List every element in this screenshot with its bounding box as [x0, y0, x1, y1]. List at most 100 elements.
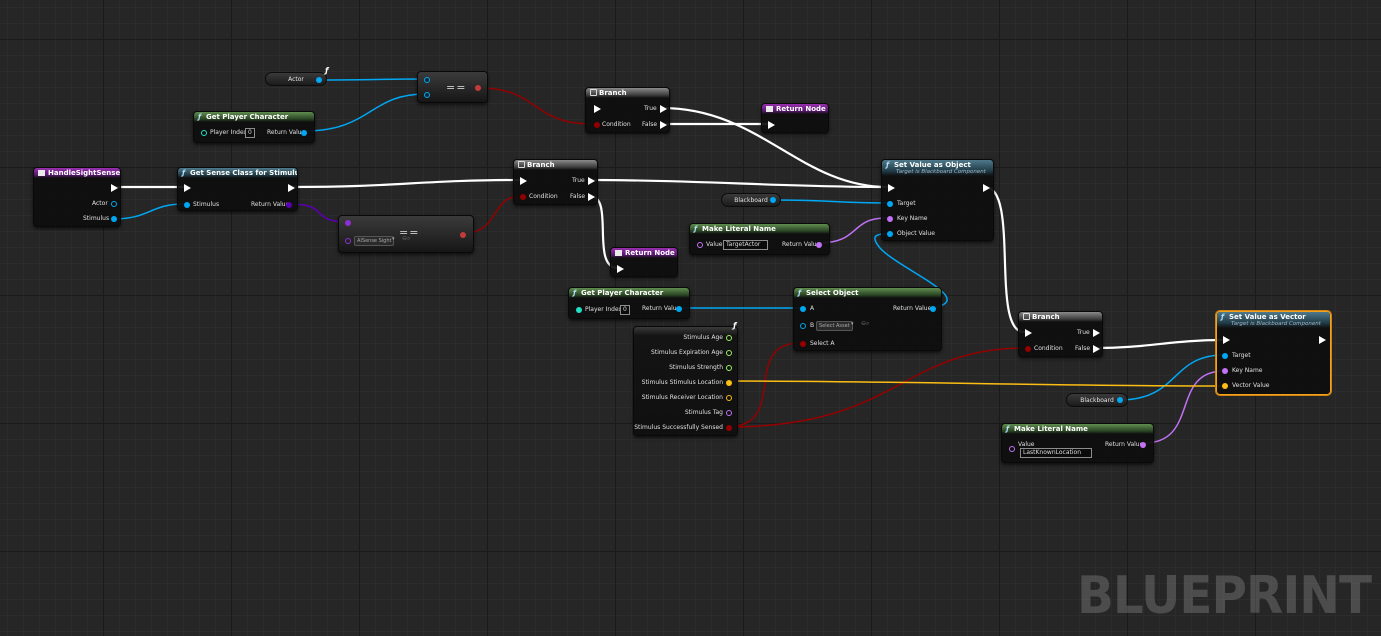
make-literal-name-node-2[interactable]: ƒ Make Literal Name Value LastKnownLocati… [1001, 423, 1154, 463]
return1-exec-in-pin[interactable] [768, 121, 775, 129]
handle-sight-stimulus-pin[interactable] [111, 216, 117, 222]
branch1-true-pin[interactable] [660, 105, 667, 113]
branch3-true-pin[interactable] [1093, 329, 1100, 337]
literal2-return-pin[interactable] [1140, 442, 1146, 448]
branch3-exec-in-pin[interactable] [1025, 329, 1032, 337]
select-b-asset-dropdown[interactable]: Select Asset [816, 321, 853, 331]
set-vector-target-pin[interactable] [1222, 353, 1228, 359]
set-object-exec-in-pin[interactable] [888, 184, 895, 192]
gpc2-title: Get Player Character [581, 289, 664, 297]
stimulus-expiration-age-pin[interactable] [726, 350, 732, 356]
equal-node-1[interactable]: == [417, 71, 488, 103]
set-vector-keyname-pin[interactable] [1222, 368, 1228, 374]
gpc1-player-index-pin[interactable] [201, 130, 207, 136]
select-b-pin[interactable] [800, 323, 806, 329]
equal1-input-a-pin[interactable] [424, 77, 430, 83]
browse-icon[interactable]: ⊖⌕ [861, 320, 869, 328]
get-sense-exec-out-pin[interactable] [288, 184, 295, 192]
set-object-target-pin[interactable] [887, 201, 893, 207]
equal2-symbol: == [399, 226, 420, 239]
literal1-value-pin[interactable] [697, 242, 703, 248]
branch1-condition-pin[interactable] [594, 122, 600, 128]
wire-bool-sensed-to-branch3 [726, 347, 1027, 428]
return-node-2[interactable]: Return Node [610, 247, 678, 277]
set-object-keyname-pin[interactable] [887, 216, 893, 222]
wire-exec-branch3false-to-setvec [1092, 338, 1226, 350]
equal2-input-b-pin[interactable] [345, 238, 351, 244]
branch-icon [590, 89, 597, 96]
equal2-class-dropdown[interactable]: AISense Sight [354, 236, 395, 246]
select-a-pin[interactable] [800, 306, 806, 312]
stimulus-tag-pin[interactable] [726, 410, 732, 416]
select-return-pin[interactable] [930, 306, 936, 312]
actor-output-pin[interactable] [316, 77, 322, 83]
branch1-false-pin[interactable] [660, 121, 667, 129]
stimulus-strength-label: Stimulus Strength [669, 364, 723, 371]
equal1-input-b-pin[interactable] [424, 92, 430, 98]
set-value-as-object-node[interactable]: ƒ Set Value as Object Target is Blackboard… [881, 159, 994, 241]
actor-variable-node[interactable]: Actor [265, 72, 327, 86]
get-player-character-node-1[interactable]: ƒ Get Player Character Player Index 0 Ret… [193, 111, 315, 143]
handle-sight-actor-pin[interactable] [111, 201, 117, 207]
gpc1-return-pin[interactable] [301, 130, 307, 136]
wire-bool-eq1-to-branch1 [478, 87, 594, 125]
set-vector-vectorvalue-pin[interactable] [1222, 383, 1228, 389]
handle-sight-sense-node[interactable]: HandleSightSense Actor Stimulus [33, 167, 121, 227]
break-ai-stimulus-node[interactable]: Stimulus Age Stimulus Expiration Age Sti… [633, 326, 738, 436]
blackboard-variable-node-2[interactable]: Blackboard [1066, 393, 1128, 407]
get-sense-exec-in-pin[interactable] [184, 184, 191, 192]
branch1-exec-in-pin[interactable] [594, 105, 601, 113]
get-sense-stimulus-pin[interactable] [184, 202, 190, 208]
branch-node-3[interactable]: Branch True Condition False [1018, 311, 1103, 357]
handle-sight-exec-out-pin[interactable] [111, 184, 118, 192]
stimulus-location-pin[interactable] [726, 380, 732, 386]
return-icon [615, 250, 622, 256]
blackboard-variable-node-1[interactable]: Blackboard [721, 193, 781, 207]
blackboard2-output-pin[interactable] [1117, 397, 1123, 403]
gpc2-return-pin[interactable] [676, 306, 682, 312]
stimulus-strength-pin[interactable] [726, 365, 732, 371]
function-icon: ƒ [573, 289, 577, 297]
set-vector-exec-in-pin[interactable] [1223, 336, 1230, 344]
blackboard1-output-pin[interactable] [770, 197, 776, 203]
set-object-exec-out-pin[interactable] [983, 184, 990, 192]
branch2-condition-pin[interactable] [520, 194, 526, 200]
branch3-condition-label: Condition [1034, 345, 1063, 352]
set-vector-vectorvalue-label: Vector Value [1232, 382, 1270, 389]
get-sense-return-pin[interactable] [286, 202, 292, 208]
event-icon [38, 170, 45, 176]
literal2-value-input[interactable]: LastKnownLocation [1020, 448, 1092, 458]
branch3-false-pin[interactable] [1093, 345, 1100, 353]
equal-node-2[interactable]: AISense Sight ▾ ⊖⌕ == [338, 215, 474, 253]
branch3-condition-pin[interactable] [1025, 346, 1031, 352]
gpc2-index-input[interactable]: 0 [620, 305, 630, 315]
literal2-value-pin[interactable] [1009, 446, 1015, 452]
branch-node-1[interactable]: Branch True Condition False [585, 87, 670, 133]
set-object-objectvalue-pin[interactable] [887, 231, 893, 237]
get-sense-class-node[interactable]: ƒ Get Sense Class for Stimulus Stimulus R… [177, 167, 298, 211]
literal1-return-pin[interactable] [816, 242, 822, 248]
select-selecta-pin[interactable] [800, 341, 806, 347]
literal1-value-input[interactable]: TargetActor [723, 240, 768, 250]
branch2-false-pin[interactable] [588, 193, 595, 201]
equal2-output-pin[interactable] [460, 232, 466, 238]
gpc2-return-label: Return Value [642, 305, 681, 312]
gpc1-index-input[interactable]: 0 [245, 128, 255, 138]
stimulus-receiver-location-pin[interactable] [726, 395, 732, 401]
get-player-character-node-2[interactable]: ƒ Get Player Character Player Index 0 Ret… [568, 287, 690, 319]
equal2-input-a-pin[interactable] [345, 220, 351, 226]
get-sense-title: Get Sense Class for Stimulus [190, 169, 297, 177]
stimulus-successfully-sensed-pin[interactable] [726, 425, 732, 431]
make-literal-name-node-1[interactable]: ƒ Make Literal Name Value TargetActor Ret… [689, 223, 830, 255]
set-vector-exec-out-pin[interactable] [1319, 336, 1326, 344]
stimulus-age-pin[interactable] [726, 335, 732, 341]
return-node-1[interactable]: Return Node [761, 103, 829, 133]
set-value-as-vector-node[interactable]: ƒ Set Value as Vector Target is Blackboard… [1216, 311, 1331, 395]
branch-node-2[interactable]: Branch True Condition False [513, 159, 598, 205]
branch2-exec-in-pin[interactable] [520, 177, 527, 185]
return2-exec-in-pin[interactable] [617, 265, 624, 273]
gpc2-player-index-pin[interactable] [576, 307, 582, 313]
branch2-true-pin[interactable] [588, 177, 595, 185]
equal1-output-pin[interactable] [475, 85, 481, 91]
select-object-node[interactable]: ƒ Select Object A Return Value B Select A… [793, 287, 942, 351]
